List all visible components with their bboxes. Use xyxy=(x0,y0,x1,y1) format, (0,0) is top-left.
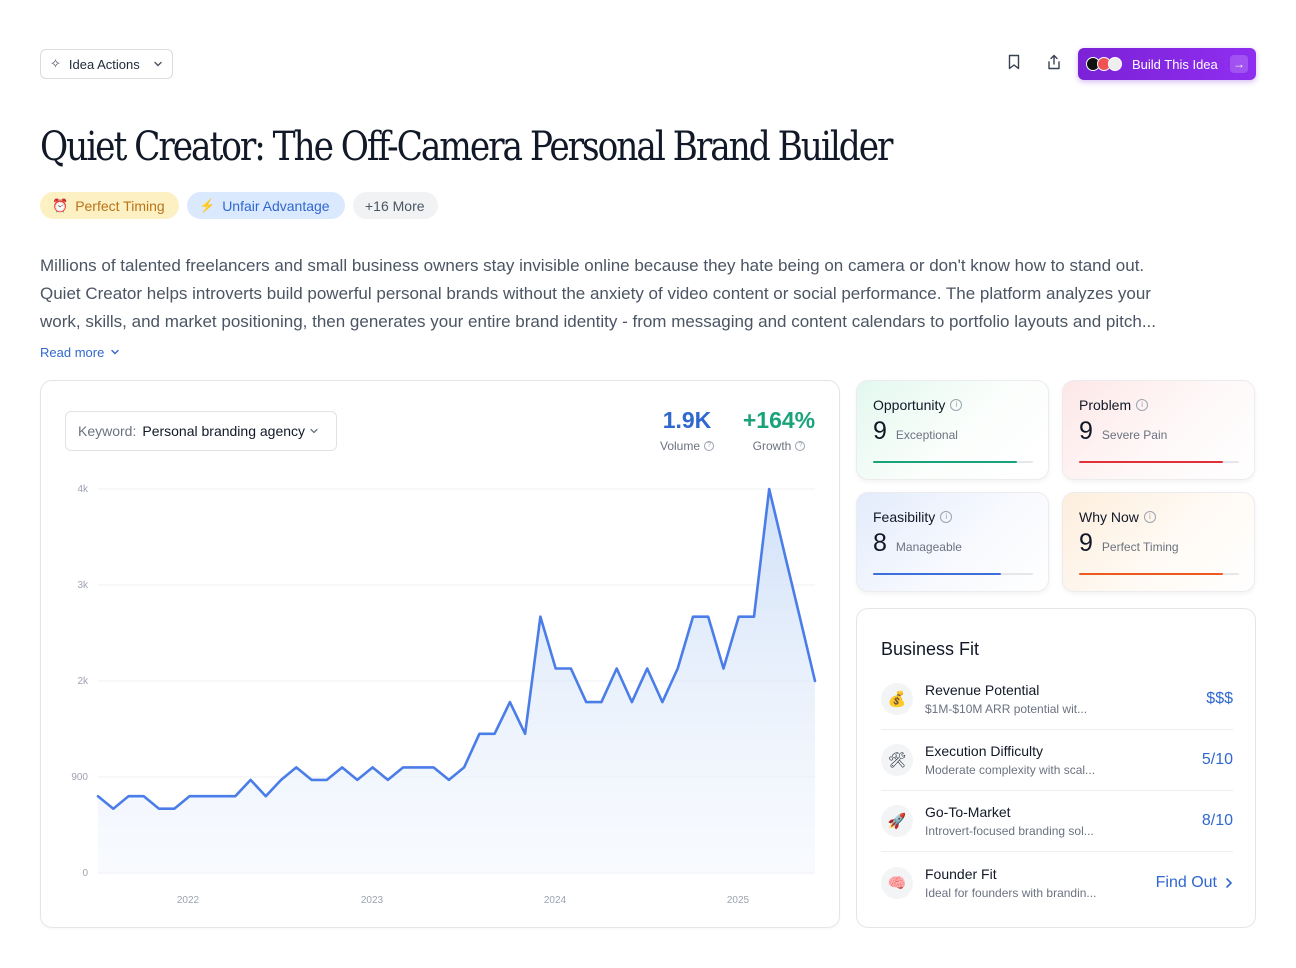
tag-label: +16 More xyxy=(365,197,425,214)
score-name: Problem xyxy=(1079,397,1132,413)
item-subtitle: $1M-$10M ARR potential wit... xyxy=(925,702,1088,716)
bookmark-button[interactable] xyxy=(1001,51,1027,77)
share-button[interactable] xyxy=(1041,51,1067,77)
score-value: 9 xyxy=(1079,417,1093,445)
find-out-link[interactable]: Find Out xyxy=(1156,874,1233,892)
chevron-down-icon xyxy=(110,345,120,360)
score-label: Severe Pain xyxy=(1101,428,1168,442)
score-label: Exceptional xyxy=(895,428,958,442)
score-card-why-now[interactable]: Why Now i 9 Perfect Timing xyxy=(1062,492,1255,592)
item-title: Go-To-Market xyxy=(925,804,1011,820)
sparkles-icon: ✧ xyxy=(50,56,61,71)
tag-unfair-advantage[interactable]: ⚡ Unfair Advantage xyxy=(187,192,345,219)
chevron-down-icon xyxy=(153,57,163,72)
item-subtitle: Ideal for founders with brandin... xyxy=(925,885,1097,900)
trend-chart-card: Keyword: Personal branding agency 1.9K V… xyxy=(40,380,840,928)
item-value: 5/10 xyxy=(1201,751,1233,768)
business-fit-card: Business Fit 💰 Revenue Potential $1M-$10… xyxy=(856,608,1256,928)
build-this-idea-button[interactable]: Build This Idea → xyxy=(1078,48,1256,80)
item-title: Revenue Potential xyxy=(925,682,1040,698)
description-line: Millions of talented freelancers and sma… xyxy=(40,256,1145,275)
y-tick-label: 0 xyxy=(82,868,88,879)
info-icon[interactable]: i xyxy=(1136,399,1149,411)
score-bar xyxy=(1079,573,1239,575)
y-tick-label: 4k xyxy=(77,484,89,495)
business-fit-item-gtm[interactable]: 🚀 Go-To-Market Introvert-focused brandin… xyxy=(881,791,1233,852)
info-icon[interactable]: i xyxy=(1143,511,1156,523)
item-value: 8/10 xyxy=(1201,812,1233,829)
tag-more[interactable]: +16 More xyxy=(353,192,438,219)
trend-chart: 0 900 2k 3k 4k 2022 2023 2024 2025 xyxy=(71,484,817,906)
item-value: $$$ xyxy=(1206,690,1233,707)
score-value: 9 xyxy=(1079,529,1093,557)
idea-actions-button[interactable]: ✧ Idea Actions xyxy=(40,49,173,79)
read-more-link[interactable]: Read more xyxy=(40,345,120,360)
score-bar xyxy=(873,461,1033,463)
tool-logo-icon xyxy=(1108,57,1122,71)
item-title: Execution Difficulty xyxy=(925,743,1044,759)
read-more-label: Read more xyxy=(40,345,105,360)
y-tick-label: 3k xyxy=(77,580,89,591)
score-value: 8 xyxy=(873,529,887,557)
business-fit-item-founder-fit[interactable]: 🧠 Founder Fit Ideal for founders with br… xyxy=(881,852,1233,913)
score-bar-fill xyxy=(873,461,1017,463)
tool-logos xyxy=(1086,57,1122,71)
info-icon[interactable]: i xyxy=(940,511,953,523)
business-fit-title: Business Fit xyxy=(881,639,980,659)
y-tick-label: 900 xyxy=(71,772,88,783)
money-bag-icon: 💰 xyxy=(881,683,913,715)
score-bar-fill xyxy=(1079,573,1223,575)
score-value: 9 xyxy=(873,417,887,445)
idea-description: Millions of talented freelancers and sma… xyxy=(40,252,1256,336)
page-title: Quiet Creator: The Off-Camera Personal B… xyxy=(40,124,893,170)
score-label: Perfect Timing xyxy=(1101,540,1179,554)
tag-perfect-timing[interactable]: ⏰ Perfect Timing xyxy=(40,192,179,219)
brain-icon: 🧠 xyxy=(881,866,913,899)
alarm-clock-icon: ⏰ xyxy=(52,197,69,213)
lightning-icon: ⚡ xyxy=(199,197,216,213)
tag-label: Unfair Advantage xyxy=(222,197,330,214)
score-bar-fill xyxy=(1079,461,1223,463)
x-tick-label: 2024 xyxy=(544,895,567,906)
tag-label: Perfect Timing xyxy=(75,197,165,214)
score-card-problem[interactable]: Problem i 9 Severe Pain xyxy=(1062,380,1255,480)
business-fit-item-execution[interactable]: 🛠 Execution Difficulty Moderate complexi… xyxy=(881,730,1233,791)
share-icon xyxy=(1046,54,1062,75)
chevron-right-icon xyxy=(1226,877,1233,888)
description-line: work, skills, and market positioning, th… xyxy=(40,312,1156,331)
score-name: Feasibility xyxy=(873,509,936,525)
info-icon[interactable]: i xyxy=(950,399,963,411)
x-tick-label: 2022 xyxy=(177,895,200,906)
y-tick-label: 2k xyxy=(77,676,89,687)
rocket-icon: 🚀 xyxy=(881,805,913,837)
score-bar-fill xyxy=(873,573,1001,575)
item-subtitle: Moderate complexity with scal... xyxy=(925,763,1096,777)
description-line: Quiet Creator helps introverts build pow… xyxy=(40,284,1151,303)
score-name: Why Now xyxy=(1079,509,1139,525)
item-subtitle: Introvert-focused branding sol... xyxy=(925,824,1094,838)
score-label: Manageable xyxy=(895,540,962,554)
x-tick-label: 2023 xyxy=(361,895,384,906)
score-name: Opportunity xyxy=(873,397,946,413)
score-bar xyxy=(1079,461,1239,463)
business-fit-item-revenue[interactable]: 💰 Revenue Potential $1M-$10M ARR potenti… xyxy=(881,669,1233,730)
build-label: Build This Idea xyxy=(1132,56,1218,72)
hammer-wrench-icon: 🛠 xyxy=(881,744,913,776)
score-bar xyxy=(873,573,1033,575)
item-value: Find Out xyxy=(1155,873,1217,891)
x-tick-label: 2025 xyxy=(727,895,750,906)
score-card-opportunity[interactable]: Opportunity i 9 Exceptional xyxy=(856,380,1049,480)
bookmark-icon xyxy=(1007,54,1021,75)
idea-actions-label: Idea Actions xyxy=(68,56,140,72)
item-title: Founder Fit xyxy=(925,865,997,882)
arrow-right-icon: → xyxy=(1230,55,1248,73)
score-card-feasibility[interactable]: Feasibility i 8 Manageable xyxy=(856,492,1049,592)
